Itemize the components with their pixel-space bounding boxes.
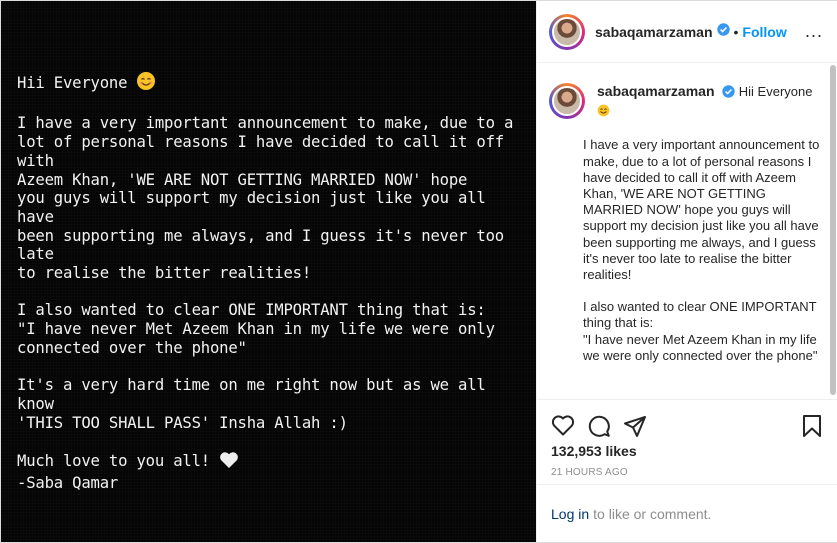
- image-text: Hii Everyone I have a very important ann…: [17, 71, 527, 492]
- action-bar: [537, 400, 837, 440]
- share-icon[interactable]: [623, 414, 647, 443]
- avatar-image: [552, 16, 582, 47]
- caption-row: sabaqamarzaman Hii Everyone: [537, 63, 837, 121]
- caption-body: I have a very important announcement to …: [583, 121, 837, 364]
- caption-paragraph: "I have never Met Azeem Khan in my life …: [583, 331, 818, 363]
- image-line: I also wanted to clear ONE IMPORTANT thi…: [17, 301, 486, 320]
- caption-head: sabaqamarzaman Hii Everyone: [597, 83, 825, 121]
- post-header: sabaqamarzaman • Follow ...: [537, 1, 837, 63]
- caption-username[interactable]: sabaqamarzaman: [597, 83, 715, 99]
- post-timestamp[interactable]: 21 HOURS AGO: [537, 467, 837, 478]
- caption-paragraph: I also wanted to clear ONE IMPORTANT thi…: [583, 299, 817, 331]
- avatar[interactable]: [549, 13, 585, 50]
- post-side-panel: sabaqamarzaman • Follow ... sabaqamarzam…: [536, 1, 837, 542]
- image-line: Azeem Khan, 'WE ARE NOT GETTING MARRIED …: [17, 170, 468, 189]
- image-line: I have a very important announcement to …: [17, 114, 514, 133]
- post-image[interactable]: Hii Everyone I have a very important ann…: [1, 1, 536, 542]
- image-line: 'THIS TOO SHALL PASS' Insha Allah :): [17, 413, 348, 432]
- image-line: connected over the phone": [17, 338, 247, 357]
- login-link[interactable]: Log in: [551, 506, 589, 522]
- image-line: you guys will support my decision just l…: [17, 189, 486, 226]
- white-heart-icon: [219, 451, 239, 474]
- follow-button[interactable]: Follow: [742, 24, 786, 40]
- image-greeting: Hii Everyone: [17, 71, 527, 96]
- comment-icon[interactable]: [587, 414, 611, 443]
- smile-emoji-icon: [136, 71, 156, 96]
- like-heart-icon[interactable]: [551, 414, 575, 441]
- image-signature: -Saba Qamar: [17, 473, 119, 492]
- header-username[interactable]: sabaqamarzaman: [595, 24, 713, 40]
- separator-dot: •: [733, 23, 739, 40]
- verified-badge-icon: [716, 22, 730, 41]
- login-prompt: Log in to like or comment.: [537, 484, 837, 542]
- image-signoff: Much love to you all!: [17, 451, 527, 474]
- caption-first-line: Hii Everyone: [738, 84, 813, 99]
- scrollbar[interactable]: [830, 65, 836, 395]
- image-line: to realise the bitter realities!: [17, 264, 312, 283]
- instagram-post: Hii Everyone I have a very important ann…: [0, 0, 837, 543]
- more-options-button[interactable]: ...: [805, 21, 823, 42]
- comments-section[interactable]: sabaqamarzaman Hii Everyone I have a ver…: [537, 63, 837, 400]
- smile-emoji-icon: [597, 104, 610, 121]
- image-line: lot of personal reasons I have decided t…: [17, 133, 504, 170]
- avatar-image: [552, 86, 582, 116]
- save-bookmark-icon[interactable]: [801, 414, 823, 443]
- login-suffix-text: to like or comment.: [593, 505, 712, 522]
- caption-paragraph: I have a very important announcement to …: [583, 137, 820, 283]
- verified-badge-icon: [722, 85, 735, 102]
- likes-count[interactable]: 132,953 likes: [537, 443, 837, 459]
- image-line: "I have never Met Azeem Khan in my life …: [17, 320, 495, 339]
- image-line: It's a very hard time on me right now bu…: [17, 376, 486, 413]
- image-line: been supporting me always, and I guess i…: [17, 226, 504, 264]
- caption-avatar[interactable]: [549, 83, 585, 119]
